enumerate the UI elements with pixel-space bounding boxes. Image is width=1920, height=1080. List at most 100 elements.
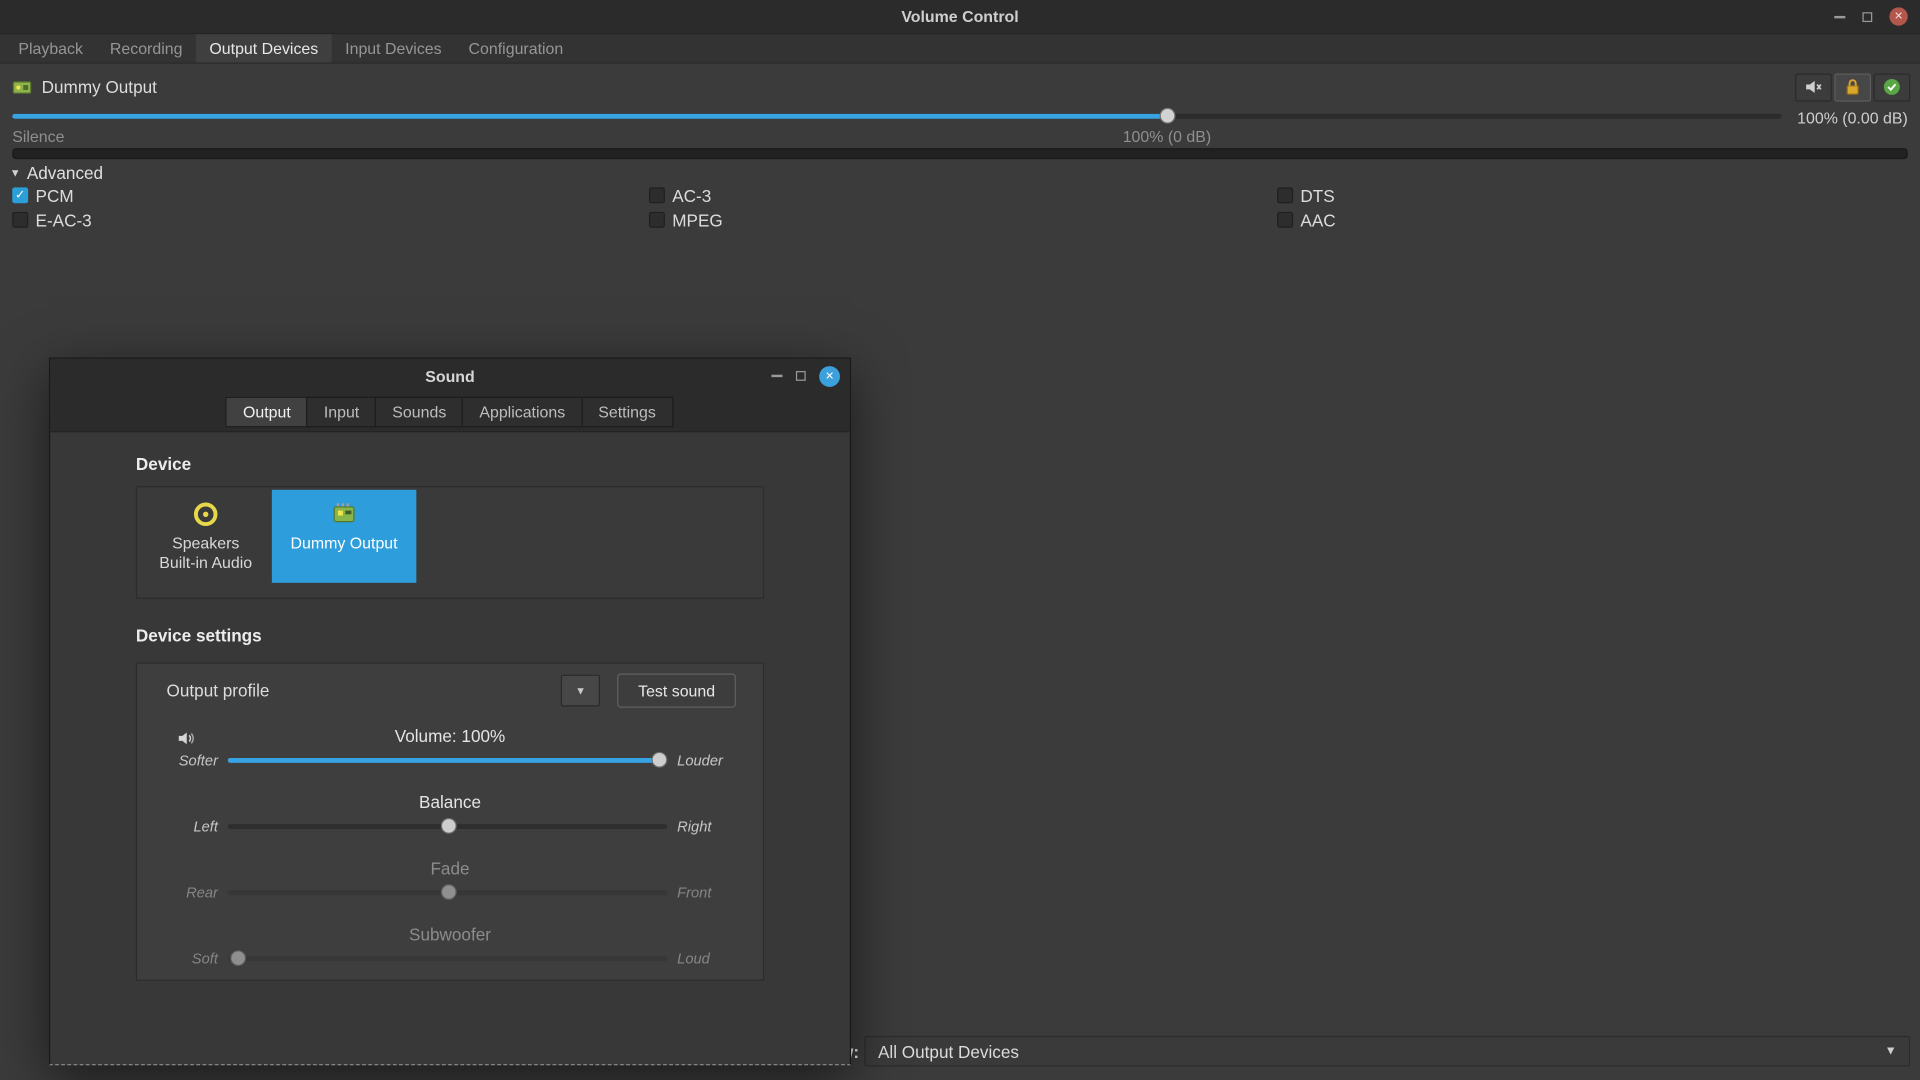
window-controls: ✕ — [1834, 0, 1907, 33]
dialog-tab-settings[interactable]: Settings — [581, 397, 673, 428]
balance-slider[interactable] — [228, 817, 668, 835]
profile-dropdown-button[interactable]: ▼ — [561, 675, 600, 707]
dialog-volume-slider[interactable] — [228, 751, 668, 769]
dialog-close-button[interactable]: ✕ — [819, 366, 840, 387]
desktop: Volume Control ✕ Playback Recording Outp… — [0, 0, 1920, 1080]
expander-arrow-icon: ▼ — [10, 167, 21, 179]
checkbox[interactable]: ✓ — [1277, 212, 1293, 228]
chevron-down-icon: ▼ — [1885, 1044, 1897, 1057]
volume-slider[interactable] — [12, 108, 1781, 125]
dialog-tab-bar: Output Input Sounds Applications Setting… — [50, 393, 850, 432]
dialog-tab-applications[interactable]: Applications — [462, 397, 582, 428]
titlebar[interactable]: Volume Control ✕ — [0, 0, 1920, 34]
checkbox[interactable]: ✓ — [12, 187, 28, 203]
checkbox[interactable]: ✓ — [649, 187, 665, 203]
slider-handle — [440, 884, 456, 900]
mute-icon — [1804, 77, 1824, 97]
fallback-device-button[interactable] — [1873, 73, 1910, 101]
scale-silence-label: Silence — [12, 127, 64, 145]
slider-handle — [230, 950, 246, 966]
tab-bar: Playback Recording Output Devices Input … — [0, 34, 1920, 63]
tab-output-devices[interactable]: Output Devices — [196, 34, 332, 62]
mute-button[interactable] — [1795, 73, 1832, 101]
dialog-tab-sounds[interactable]: Sounds — [375, 397, 463, 428]
volume-title: Volume: 100% — [137, 726, 763, 748]
slider-handle[interactable] — [440, 818, 456, 834]
tab-playback[interactable]: Playback — [5, 34, 97, 62]
codec-dts[interactable]: ✓ DTS — [1277, 185, 1908, 206]
test-sound-button[interactable]: Test sound — [617, 673, 736, 707]
slider-fill — [12, 114, 1167, 119]
combobox-value: All Output Devices — [878, 1041, 1019, 1061]
output-profile-label: Output profile — [167, 681, 544, 701]
slider-handle[interactable] — [1159, 108, 1175, 124]
close-button[interactable]: ✕ — [1889, 7, 1907, 25]
minimize-icon — [1834, 15, 1845, 17]
tab-input-devices[interactable]: Input Devices — [332, 34, 455, 62]
dialog-tab-output[interactable]: Output — [226, 397, 308, 428]
advanced-expander[interactable]: ▼ Advanced — [10, 163, 103, 183]
rear-label: Rear — [167, 883, 228, 900]
output-profile-row: Output profile ▼ Test sound — [137, 664, 763, 718]
lock-channels-button[interactable] — [1834, 73, 1871, 101]
settings-section-title: Device settings — [136, 626, 262, 646]
softer-label: Softer — [167, 751, 228, 768]
soft-label: Soft — [167, 950, 228, 967]
speaker-icon — [176, 729, 196, 749]
sound-dialog: Sound ✕ Output Input Sounds Applications… — [49, 358, 851, 1066]
maximize-icon — [796, 371, 806, 381]
sound-chip-icon — [329, 500, 358, 529]
minimize-icon — [771, 375, 782, 377]
device-tile-label-line2: Built-in Audio — [159, 553, 252, 573]
device-tile-label-line1: Speakers — [172, 534, 239, 554]
sound-card-icon — [12, 77, 32, 97]
left-label: Left — [167, 817, 228, 834]
subwoofer-slider — [228, 949, 668, 967]
maximize-icon — [1862, 12, 1872, 22]
dialog-titlebar[interactable]: Sound ✕ — [50, 359, 850, 393]
device-header: Dummy Output — [12, 70, 1910, 104]
peak-meter — [12, 148, 1908, 159]
minimize-button[interactable] — [1834, 15, 1845, 17]
dialog-tab-input[interactable]: Input — [307, 397, 377, 428]
device-tile-dummy-output[interactable]: Dummy Output — [272, 490, 416, 583]
window-title: Volume Control — [901, 7, 1018, 25]
chevron-down-icon: ▼ — [575, 684, 586, 696]
speaker-driver-icon — [191, 500, 220, 529]
advanced-label: Advanced — [27, 163, 103, 183]
subwoofer-row: Subwoofer Soft Loud — [137, 916, 763, 982]
tab-configuration[interactable]: Configuration — [455, 34, 577, 62]
loud-label: Loud — [667, 950, 733, 967]
codec-aac[interactable]: ✓ AAC — [1277, 209, 1908, 230]
tab-recording[interactable]: Recording — [96, 34, 196, 62]
device-name: Dummy Output — [42, 77, 1793, 97]
dialog-minimize-button[interactable] — [771, 375, 782, 377]
device-tile-label-line1: Dummy Output — [291, 534, 398, 554]
codec-grid: ✓ PCM ✓ AC-3 ✓ DTS ✓ E-AC-3 ✓ MPEG ✓ AAC — [12, 185, 1908, 230]
device-section-title: Device — [136, 454, 191, 474]
slider-handle[interactable] — [651, 752, 667, 768]
right-label: Right — [667, 817, 733, 834]
codec-pcm[interactable]: ✓ PCM — [12, 185, 649, 206]
device-filter-combobox[interactable]: All Output Devices ▼ — [864, 1036, 1910, 1067]
maximize-button[interactable] — [1862, 12, 1872, 22]
louder-label: Louder — [667, 751, 733, 768]
codec-eac3[interactable]: ✓ E-AC-3 — [12, 209, 649, 230]
green-check-icon — [1882, 77, 1902, 97]
fade-title: Fade — [137, 858, 763, 880]
codec-ac3[interactable]: ✓ AC-3 — [649, 185, 1277, 206]
device-tile-speakers[interactable]: Speakers Built-in Audio — [140, 490, 272, 583]
volume-readout: 100% (0.00 dB) — [1797, 109, 1908, 127]
checkbox[interactable]: ✓ — [12, 212, 28, 228]
balance-row: Balance Left Right — [137, 784, 763, 850]
checkbox[interactable]: ✓ — [649, 212, 665, 228]
dialog-maximize-button[interactable] — [796, 371, 806, 381]
codec-mpeg[interactable]: ✓ MPEG — [649, 209, 1277, 230]
fade-row: Fade Rear Front — [137, 850, 763, 916]
subwoofer-slider-line: Soft Loud — [137, 947, 763, 968]
checkbox[interactable]: ✓ — [1277, 187, 1293, 203]
check-icon: ✓ — [15, 189, 25, 201]
volume-row: Volume: 100% Softer Louder — [137, 718, 763, 784]
scale-100-label: 100% (0 dB) — [1123, 127, 1211, 145]
lock-icon — [1843, 77, 1863, 97]
